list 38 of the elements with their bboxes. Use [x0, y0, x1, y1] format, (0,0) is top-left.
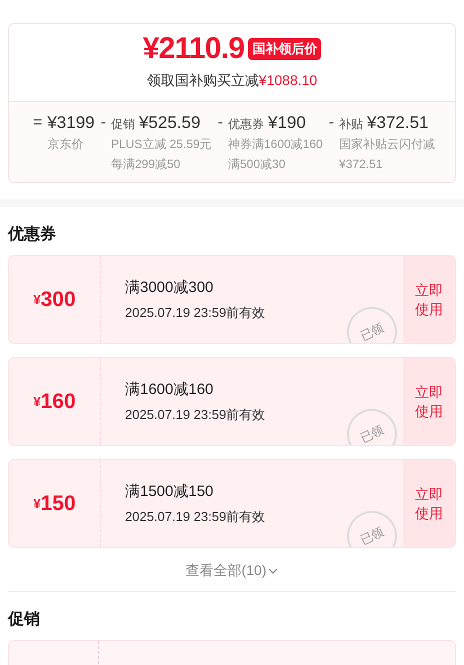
- coupon-validity: 2025.07.19 23:59前有效: [125, 406, 266, 424]
- use-now-button[interactable]: 立即使用: [403, 256, 455, 343]
- breakdown-note: PLUS立减 25.59元: [110, 136, 212, 153]
- use-now-button[interactable]: 立即使用: [403, 460, 455, 547]
- use-now-button[interactable]: 立即使用: [403, 358, 455, 445]
- breakdown-amount: ¥3199: [47, 112, 95, 134]
- view-all-button[interactable]: 查看全部(10): [186, 560, 278, 581]
- breakdown-note: 神券满1600减160: [228, 136, 323, 153]
- discount-amount: ¥1088.10: [258, 71, 318, 90]
- operator-text: -: [218, 113, 223, 133]
- operator-text: -: [328, 113, 334, 133]
- breakdown-amount: ¥525.59: [138, 112, 200, 134]
- breakdown-note: 国家补贴云闪付减: [339, 136, 436, 153]
- breakdown-label: 促销: [110, 116, 135, 133]
- breakdown-label: 优惠券: [228, 116, 264, 133]
- operator-text: -: [100, 113, 106, 133]
- price-badge: 国补领后价: [248, 38, 322, 60]
- chevron-down-icon: [268, 568, 278, 574]
- coupon-value: ¥150: [9, 460, 101, 547]
- price-text: ¥2110.9: [142, 34, 244, 64]
- coupon-condition: 满3000减300: [125, 278, 214, 298]
- breakdown-note: 满500减30: [228, 156, 286, 173]
- breakdown-label: 补贴: [339, 116, 364, 133]
- coupon-validity: 2025.07.19 23:59前有效: [125, 508, 266, 526]
- breakdown-note: 京东价: [47, 136, 84, 153]
- breakdown-note: 每满299减50: [110, 156, 182, 173]
- breakdown-amount: ¥372.51: [367, 112, 428, 134]
- subtitle-text: 领取国补购买立减: [146, 71, 259, 90]
- breakdown-note: ¥372.51: [339, 156, 384, 173]
- coupon-validity: 2025.07.19 23:59前有效: [125, 304, 266, 322]
- section-title: 促销: [8, 610, 41, 630]
- breakdown-amount: ¥190: [268, 112, 306, 134]
- coupon-condition: 满1600减160: [125, 380, 214, 400]
- coupon-value: ¥160: [9, 358, 101, 445]
- operator-text: =: [33, 113, 42, 133]
- coupon-condition: 满1500减150: [125, 482, 214, 502]
- coupon-value: ¥300: [9, 256, 101, 343]
- section-title: 优惠券: [8, 224, 57, 245]
